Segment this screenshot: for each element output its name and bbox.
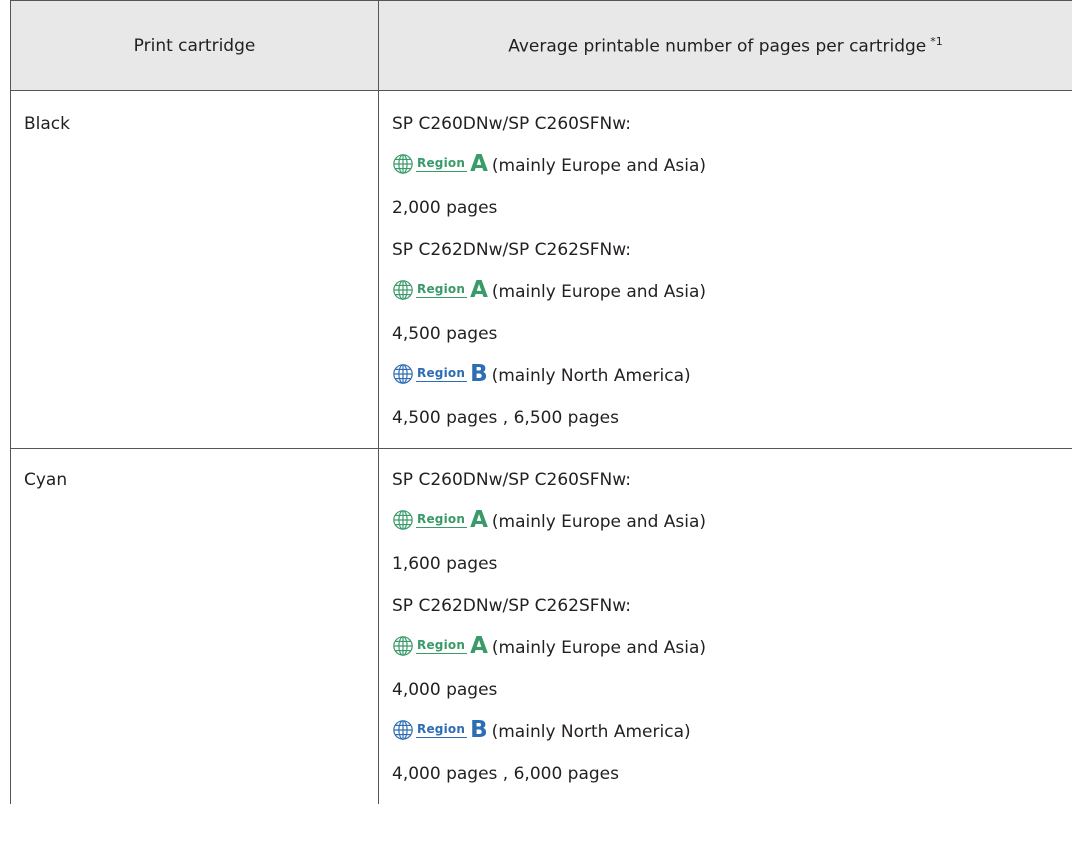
globe-icon — [393, 636, 413, 656]
region-line: Region A (mainly Europe and Asia) — [392, 151, 1072, 196]
region-word: Region — [416, 512, 468, 528]
region-description: (mainly Europe and Asia) — [491, 282, 707, 302]
pages-line: 4,500 pages , 6,500 pages — [392, 408, 619, 428]
cartridge-name: Cyan — [24, 470, 68, 490]
pages-line: 4,000 pages , 6,000 pages — [392, 764, 619, 784]
region-b-mark: Region B — [392, 717, 488, 743]
table-row: Black SP C260DNw/SP C260SFNw: Region A (main… — [10, 90, 1072, 449]
region-word: Region — [416, 282, 468, 298]
region-description: (mainly North America) — [491, 366, 691, 386]
region-letter: A — [470, 633, 488, 659]
region-letter: A — [470, 277, 488, 303]
cartridge-cell: Cyan — [10, 448, 379, 804]
pages-cell: SP C260DNw/SP C260SFNw: Region A (mainly Eu… — [378, 90, 1072, 449]
region-description: (mainly Europe and Asia) — [491, 638, 707, 658]
region-letter: A — [470, 507, 488, 533]
pages-line: 2,000 pages — [392, 198, 498, 218]
header-average-pages-label: Average printable number of pages per ca… — [508, 36, 927, 57]
table-row: Cyan SP C260DNw/SP C260SFNw: Region A (mainl… — [10, 448, 1072, 804]
pages-line: SP C260DNw/SP C260SFNw: — [392, 470, 631, 490]
header-average-pages: Average printable number of pages per ca… — [378, 0, 1072, 91]
globe-icon — [393, 154, 413, 174]
region-a-mark: Region A — [392, 633, 488, 659]
cartridge-cell: Black — [10, 90, 379, 449]
globe-icon — [393, 364, 413, 384]
region-a-mark: Region A — [392, 507, 488, 533]
header-print-cartridge: Print cartridge — [10, 0, 379, 91]
region-line: Region A (mainly Europe and Asia) — [392, 633, 1072, 678]
pages-line: 1,600 pages — [392, 554, 498, 574]
cartridge-yield-table: Print cartridge Average printable number… — [10, 0, 1072, 804]
region-line: Region B (mainly North America) — [392, 717, 1072, 762]
header-print-cartridge-label: Print cartridge — [133, 35, 256, 56]
region-letter: B — [470, 717, 488, 743]
region-word: Region — [416, 366, 468, 382]
globe-icon — [393, 280, 413, 300]
globe-icon — [393, 720, 413, 740]
region-word: Region — [416, 156, 468, 172]
region-description: (mainly Europe and Asia) — [491, 512, 707, 532]
region-word: Region — [416, 722, 468, 738]
pages-line: SP C260DNw/SP C260SFNw: — [392, 114, 631, 134]
region-letter: A — [470, 151, 488, 177]
pages-cell: SP C260DNw/SP C260SFNw: Region A (mainly Eu… — [378, 448, 1072, 804]
globe-icon — [393, 510, 413, 530]
region-description: (mainly North America) — [491, 722, 691, 742]
region-letter: B — [470, 361, 488, 387]
region-b-mark: Region B — [392, 361, 488, 387]
table-header-row: Print cartridge Average printable number… — [10, 0, 1072, 91]
pages-line: 4,500 pages — [392, 324, 498, 344]
pages-line: SP C262DNw/SP C262SFNw: — [392, 240, 631, 260]
region-line: Region B (mainly North America) — [392, 361, 1072, 406]
region-a-mark: Region A — [392, 277, 488, 303]
region-description: (mainly Europe and Asia) — [491, 156, 707, 176]
footnote-marker: *1 — [930, 34, 943, 48]
pages-line: 4,000 pages — [392, 680, 498, 700]
region-word: Region — [416, 638, 468, 654]
region-a-mark: Region A — [392, 151, 488, 177]
region-line: Region A (mainly Europe and Asia) — [392, 277, 1072, 322]
cartridge-name: Black — [24, 114, 70, 134]
region-line: Region A (mainly Europe and Asia) — [392, 507, 1072, 552]
pages-line: SP C262DNw/SP C262SFNw: — [392, 596, 631, 616]
